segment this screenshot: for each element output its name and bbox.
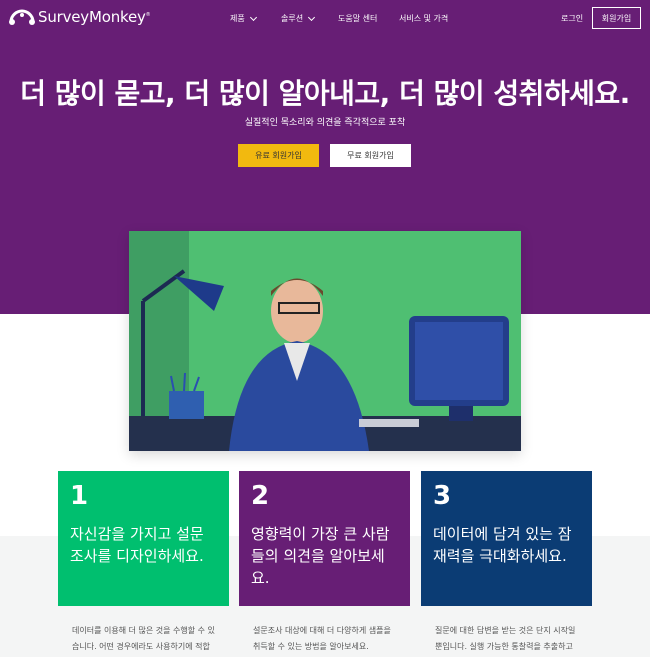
card-title: 자신감을 가지고 설문 조사를 디자인하세요.: [70, 525, 204, 565]
nav-item-label: 제품: [230, 14, 245, 23]
free-signup-button[interactable]: 무료 회원가입: [330, 144, 411, 167]
card-number: 3: [433, 481, 452, 511]
hero-photo: [129, 231, 521, 451]
nav-item-solutions[interactable]: 솔루션: [281, 13, 316, 24]
nav-item-label: 도움말 센터: [338, 14, 378, 23]
card-description: 데이터를 이용해 더 많은 것을 수행할 수 있습니다. 어떤 경우에라도 사용…: [72, 626, 215, 651]
login-link[interactable]: 로그인: [561, 13, 583, 24]
monkey-logo-icon: [9, 9, 35, 25]
nav-item-products[interactable]: 제품: [230, 13, 257, 24]
card-description: 설문조사 대상에 대해 더 다양하게 샘플을 취득할 수 있는 방법을 알아보세…: [253, 626, 391, 651]
nav-item-help-center[interactable]: 도움말 센터: [338, 13, 377, 24]
feature-card-data: 3 데이터에 담겨 있는 잠재력을 극대화하세요.: [421, 471, 592, 606]
card-number: 2: [251, 481, 270, 511]
nav-item-label: 솔루션: [281, 14, 304, 23]
logo[interactable]: SurveyMonkey®: [9, 8, 151, 26]
hero-headline: 더 많이 묻고, 더 많이 알아내고, 더 많이 성취하세요.: [20, 77, 630, 110]
card-title: 데이터에 담겨 있는 잠재력을 극대화하세요.: [433, 525, 572, 565]
chevron-down-icon: [249, 13, 257, 21]
nav-item-label: 서비스 및 가격: [399, 14, 449, 23]
office-scene-illustration: [129, 231, 521, 451]
feature-card-design: 1 자신감을 가지고 설문 조사를 디자인하세요.: [58, 471, 229, 606]
card-number: 1: [70, 481, 89, 511]
hero-subheadline: 실질적인 목소리와 의견을 즉각적으로 포착: [244, 118, 406, 128]
card-description: 질문에 대한 답변을 받는 것은 단지 시작일 뿐입니다. 실행 가능한 통찰력…: [435, 626, 576, 651]
chevron-down-icon: [308, 13, 316, 21]
signup-button[interactable]: 회원가입: [592, 7, 641, 29]
logo-text: SurveyMonkey®: [38, 8, 151, 26]
paid-signup-button[interactable]: 유료 회원가입: [238, 144, 319, 167]
top-navigation: SurveyMonkey® 제품 솔루션 도움말 센터 서비스 및 가격 로그인…: [0, 0, 650, 36]
nav-item-pricing[interactable]: 서비스 및 가격: [399, 13, 448, 24]
card-title: 영향력이 가장 큰 사람들의 의견을 알아보세요.: [251, 525, 390, 587]
feature-card-opinions: 2 영향력이 가장 큰 사람들의 의견을 알아보세요.: [239, 471, 410, 606]
